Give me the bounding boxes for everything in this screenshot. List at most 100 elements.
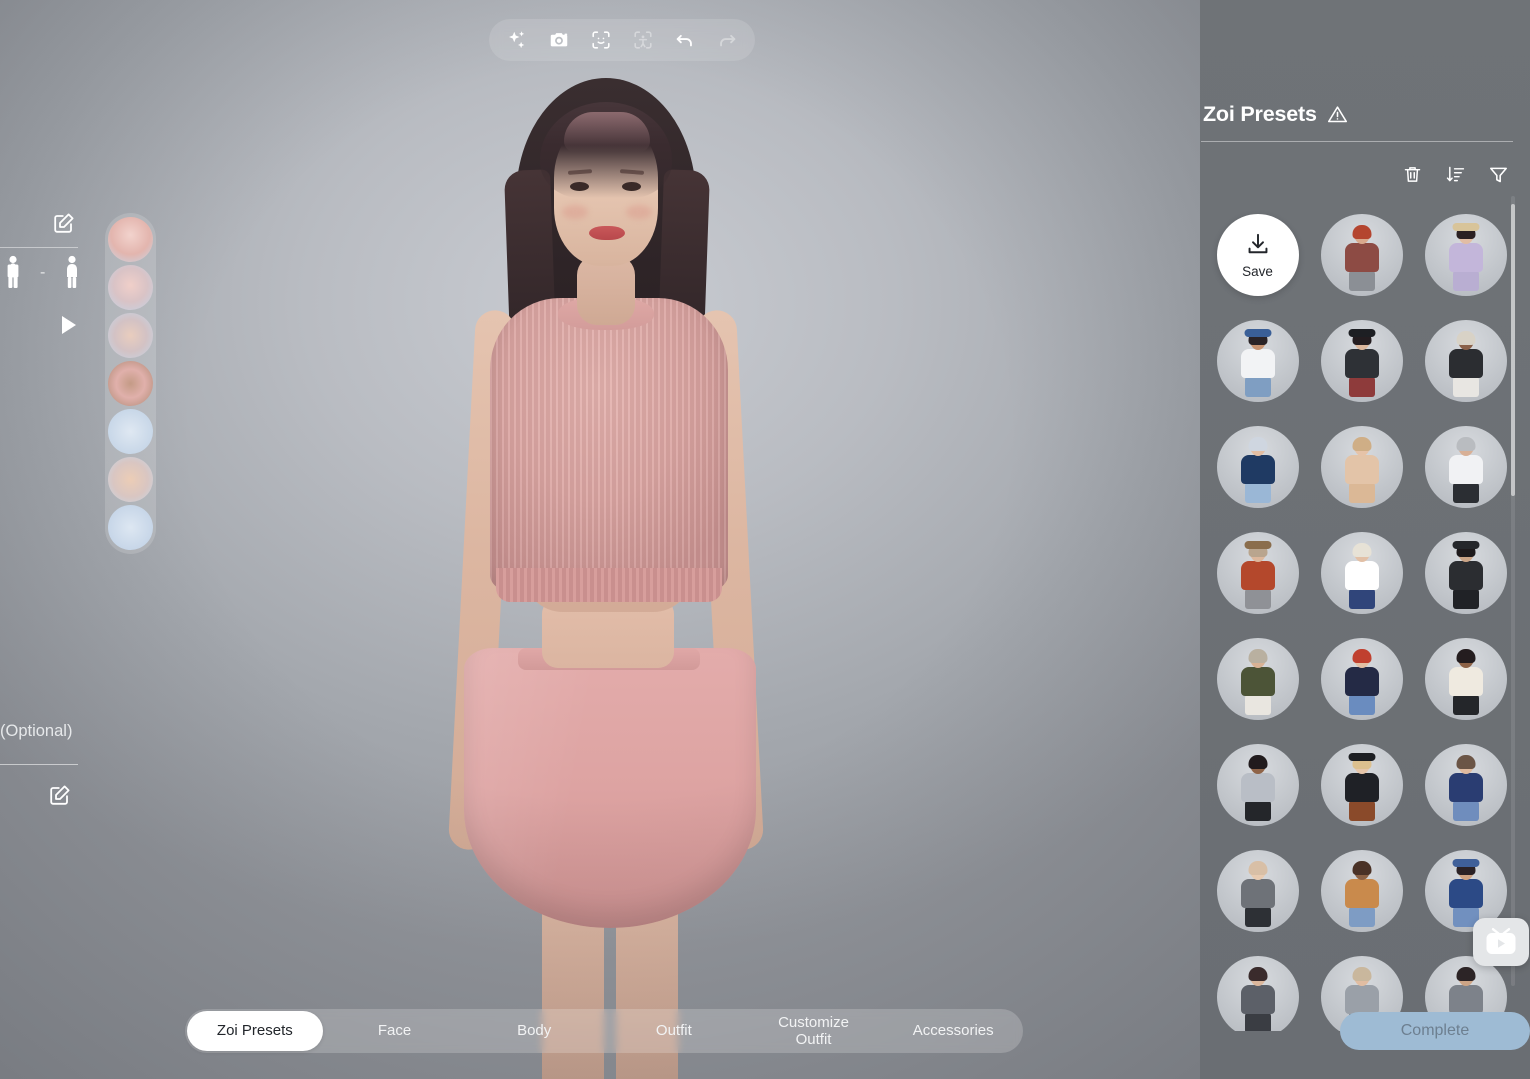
preset-cell xyxy=(1206,415,1309,519)
preset-thumbnail[interactable] xyxy=(1320,850,1403,932)
preset-avatar-figure xyxy=(1217,967,1299,1031)
preset-avatar-figure xyxy=(1321,753,1403,821)
preset-thumbnail[interactable] xyxy=(1424,638,1507,720)
tab-outfit[interactable]: Outfit xyxy=(606,1011,742,1051)
equipped-item-nails[interactable] xyxy=(108,457,153,502)
preset-thumbnail[interactable] xyxy=(1320,638,1403,720)
preset-thumbnail[interactable] xyxy=(1216,426,1299,508)
preset-thumbnail[interactable] xyxy=(1216,320,1299,402)
preset-figure-legs xyxy=(1452,376,1479,397)
preset-avatar-figure xyxy=(1425,437,1507,503)
body-scan-icon[interactable] xyxy=(629,26,657,54)
complete-button[interactable]: Complete xyxy=(1340,1012,1530,1050)
shoes-glyph xyxy=(108,313,153,358)
preset-thumbnail[interactable] xyxy=(1216,850,1299,932)
tab-accessories[interactable]: Accessories xyxy=(885,1011,1021,1051)
preset-figure-body xyxy=(1240,349,1275,378)
preset-thumbnail[interactable] xyxy=(1216,532,1299,614)
face-scan-icon[interactable] xyxy=(587,26,615,54)
edit-square-icon[interactable] xyxy=(52,211,76,235)
preset-thumbnail[interactable] xyxy=(1320,214,1403,296)
preset-cell xyxy=(1310,203,1413,307)
redo-icon[interactable] xyxy=(713,26,741,54)
preset-figure-hat xyxy=(1348,329,1375,337)
preset-thumbnail[interactable] xyxy=(1320,532,1403,614)
preset-thumbnail[interactable] xyxy=(1320,426,1403,508)
preset-figure-legs xyxy=(1244,694,1271,715)
preset-figure-hat xyxy=(1348,753,1375,761)
preset-figure-legs xyxy=(1244,588,1271,609)
preset-thumbnail[interactable] xyxy=(1424,744,1507,826)
preset-cell-save: Save xyxy=(1206,203,1309,307)
bottom-glyph xyxy=(108,265,153,310)
play-triangle-icon[interactable] xyxy=(60,315,78,338)
download-icon xyxy=(1245,231,1271,260)
undo-icon[interactable] xyxy=(671,26,699,54)
tab-face[interactable]: Face xyxy=(327,1011,463,1051)
preset-thumbnail[interactable] xyxy=(1424,426,1507,508)
preset-cell xyxy=(1206,839,1309,943)
preset-figure-hair xyxy=(1352,967,1371,981)
preset-figure-hair xyxy=(1456,437,1475,451)
left-settings-panel: - xyxy=(0,195,100,334)
sparkle-icon[interactable] xyxy=(503,26,531,54)
equipped-item-earrings[interactable] xyxy=(108,505,153,550)
preset-cell xyxy=(1414,733,1516,837)
tv-play-icon[interactable] xyxy=(1473,918,1529,966)
tab-zoi-presets[interactable]: Zoi Presets xyxy=(187,1011,323,1051)
preset-cell xyxy=(1310,627,1413,731)
gender-selector: - xyxy=(0,248,100,298)
equipped-item-shoes[interactable] xyxy=(108,313,153,358)
presets-scrollbar-thumb[interactable] xyxy=(1511,204,1515,496)
preset-thumbnail[interactable] xyxy=(1424,320,1507,402)
preset-figure-hair xyxy=(1352,649,1371,663)
preset-figure-body xyxy=(1240,879,1275,908)
preset-figure-legs xyxy=(1348,376,1375,397)
preset-figure-hair xyxy=(1456,649,1475,663)
preset-avatar-figure xyxy=(1321,437,1403,503)
preset-figure-legs xyxy=(1348,588,1375,609)
preset-figure-body xyxy=(1448,243,1483,272)
preset-cell xyxy=(1206,733,1309,837)
preset-thumbnail[interactable] xyxy=(1424,532,1507,614)
tab-customize-outfit[interactable]: Customize Outfit xyxy=(746,1011,882,1051)
preset-avatar-figure xyxy=(1217,649,1299,715)
save-preset-button[interactable]: Save xyxy=(1216,214,1299,296)
avatar-viewport[interactable] xyxy=(0,0,1200,1079)
preset-figure-body xyxy=(1240,773,1275,802)
preset-avatar-figure xyxy=(1425,541,1507,609)
tab-body[interactable]: Body xyxy=(466,1011,602,1051)
presets-grid[interactable]: Save xyxy=(1200,203,1516,1031)
preset-figure-hair xyxy=(1352,861,1371,875)
preset-thumbnail[interactable] xyxy=(1216,638,1299,720)
preset-figure-hair xyxy=(1248,649,1267,663)
preset-avatar-figure xyxy=(1321,861,1403,927)
warning-triangle-icon[interactable] xyxy=(1327,104,1348,125)
male-figure-icon[interactable] xyxy=(2,255,24,292)
equipped-item-top[interactable] xyxy=(108,217,153,262)
preset-figure-hair xyxy=(1248,755,1267,769)
preset-figure-body xyxy=(1240,667,1275,696)
preset-thumbnail[interactable] xyxy=(1216,956,1299,1031)
sort-descending-icon[interactable] xyxy=(1441,160,1470,189)
preset-thumbnail[interactable] xyxy=(1320,320,1403,402)
filter-funnel-icon[interactable] xyxy=(1484,160,1513,189)
preset-thumbnail[interactable] xyxy=(1320,744,1403,826)
camera-icon[interactable] xyxy=(545,26,573,54)
necklace-glyph xyxy=(108,409,153,454)
trash-icon[interactable] xyxy=(1398,160,1427,189)
presets-scrollbar[interactable] xyxy=(1511,196,1515,986)
preset-figure-body xyxy=(1344,561,1379,590)
optional-edit-square-icon[interactable] xyxy=(48,783,72,807)
stage-vignette xyxy=(0,0,1200,1079)
female-figure-icon[interactable] xyxy=(61,255,83,292)
equipped-item-underwear[interactable] xyxy=(108,361,153,406)
equipped-item-necklace[interactable] xyxy=(108,409,153,454)
preset-cell xyxy=(1310,309,1413,413)
presets-panel-header: Zoi Presets xyxy=(1200,102,1530,127)
preset-thumbnail[interactable] xyxy=(1424,214,1507,296)
equipped-item-bottom[interactable] xyxy=(108,265,153,310)
preset-thumbnail[interactable] xyxy=(1216,744,1299,826)
preset-cell xyxy=(1414,309,1516,413)
preset-figure-hair xyxy=(1352,543,1371,557)
